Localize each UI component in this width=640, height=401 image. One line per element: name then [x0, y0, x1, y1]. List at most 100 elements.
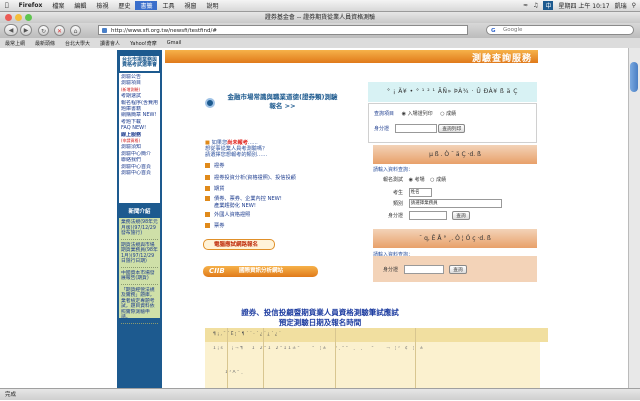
entry-query-button[interactable]: 查詢: [452, 211, 470, 220]
status-text: 完成: [5, 392, 17, 398]
bookmark-gmail[interactable]: Gmail: [162, 40, 187, 46]
news-item[interactable]: 中國資本市場發展報告(期貨): [121, 271, 158, 285]
page-title: 測驗查詢服務: [471, 54, 532, 64]
search-input[interactable]: G Google: [486, 25, 634, 35]
radio-venue-label: 考場: [414, 177, 425, 183]
site-favicon-icon: [102, 28, 107, 33]
menu-edit[interactable]: 編輯: [69, 1, 91, 10]
table-divider: [227, 328, 228, 388]
home-icon[interactable]: ⌂: [70, 25, 81, 36]
reload-icon[interactable]: ↻: [38, 25, 49, 36]
query-print-button[interactable]: 查詢列印: [438, 124, 466, 133]
status-bar: 完成: [0, 388, 640, 400]
promo-text[interactable]: 金融市場常識與職業道德(證券類)測驗報名 >>: [225, 93, 340, 111]
radio-entry-score-label: 成績: [436, 177, 447, 183]
menubar-status-area: ≈ ♫ 中 星期四 上午 10:17 凱瑞 ⚲: [523, 1, 640, 10]
radio-venue[interactable]: ◉: [409, 177, 413, 183]
table-header: ¶ ¡ , ¨ ´ Ë ¦ ¨ ¶ ´ ´ · ´ ¿ ´ ¿ ´ ¿ ´: [205, 328, 548, 342]
entry-exam-label: 報名測試: [382, 177, 403, 183]
entry-id-input[interactable]: [408, 211, 447, 220]
schedule-headline-line1: 證券、投信投顧暨期貨業人員資格測驗筆試應試: [241, 308, 399, 317]
link-bullet-icon: [205, 174, 210, 180]
volume-icon[interactable]: ♫: [533, 2, 538, 9]
menu-bookmarks[interactable]: 書籤: [135, 1, 158, 10]
bookmark-latest-headlines[interactable]: 最新頭條: [30, 40, 60, 47]
radio-admission-label: 入場證列印: [407, 111, 433, 117]
menu-view[interactable]: 檢視: [91, 1, 113, 10]
schedule-headline-line2: 預定測驗日期及報名時間: [278, 318, 362, 327]
entry-year-select[interactable]: 姓名: [408, 188, 432, 197]
wifi-icon[interactable]: ≈: [523, 2, 528, 9]
stop-icon[interactable]: ✕: [54, 25, 65, 36]
ciib-site-button[interactable]: CIIB 國際資訊分析網站: [203, 266, 318, 277]
entry-panel-header: µ ß . Ò ¯ ä Ç ·d. ß: [373, 145, 537, 164]
google-search-icon[interactable]: G: [491, 27, 496, 36]
exam-link-futures[interactable]: 期貨: [205, 184, 355, 196]
menu-help[interactable]: 說明: [202, 1, 224, 10]
bookmark-reading-club[interactable]: 讀書會人: [95, 40, 125, 47]
menu-history[interactable]: 歷史: [113, 1, 135, 10]
query-panel: 查詢項目 ◉ 入場證列印 ○ 成績 身分證 查詢列印: [368, 103, 537, 143]
zoom-window-button[interactable]: [25, 14, 32, 21]
score-query-button[interactable]: 查詢: [449, 265, 467, 274]
schedule-table: ¶ ¡ , ¨ ´ Ë ¦ ¨ ¶ ´ ´ · ´ ¿ ´ ¿ ´ ¿ ´ 1 …: [205, 328, 548, 388]
radio-admission-ticket[interactable]: ◉: [402, 111, 406, 117]
os-menubar:  Firefox 檔案 編輯 檢視 歷史 書籤 工具 視窗 說明 ≈ ♫ 中 …: [0, 0, 640, 12]
menubar-user[interactable]: 凱瑞: [615, 1, 627, 10]
score-id-input[interactable]: [403, 265, 444, 274]
registration-notice: ■ 如果您尚未報考...... 想從事從業人員考測驗嗎？ 請選擇您想報考的類別……: [205, 140, 355, 158]
score-id-label: 身分證: [383, 267, 399, 273]
exam-link-industry[interactable]: 產業趨勢化 NEW!: [205, 203, 355, 210]
exam-link-bills[interactable]: 票券: [205, 221, 355, 233]
entry-panel-form: 報名測試 ◉ 考場 ○ 成績 考生 姓名 類別 請選擇業務員 身分證 查詢: [373, 172, 537, 227]
bookmark-taipei-univ[interactable]: 台北大學大: [60, 40, 95, 47]
forward-button[interactable]: ▶: [20, 24, 32, 36]
query-id-label: 身分證: [374, 126, 390, 132]
news-item[interactable]: 期貨法規與市場期貨業務員(98年1月)(97/12/29日施行日期): [121, 243, 158, 268]
menu-tools[interactable]: 工具: [157, 1, 179, 10]
query-panel-header: ° ¡ Ä¥ • ° ¹ ² ¹ ÃÑ» ÞÀ¾ · Û ÐÀ¥ ß ä Ç: [368, 82, 537, 102]
score-panel-header: ¯ q, Ê Å ° ¸. Ò ¦ Ó ç ·d. ß: [373, 229, 537, 248]
table-divider: [415, 328, 416, 388]
input-method-icon[interactable]: 中: [543, 1, 554, 10]
table-divider: [335, 328, 336, 388]
close-window-button[interactable]: [5, 14, 12, 21]
news-item[interactable]: 業務法規(98年元月版)(97/12/29發布施行): [121, 220, 158, 240]
apple-menu-icon[interactable]: : [0, 2, 14, 9]
news-item[interactable]: 「期貨經營法規及實務」題庫，業者檢定專題考試，題目資料依照實際測驗申請。: [121, 288, 158, 324]
exam-link-securities[interactable]: 證券: [205, 161, 355, 173]
vertical-scrollbar[interactable]: [628, 48, 640, 388]
page-header-bar: 測驗查詢服務: [165, 50, 538, 64]
sidebar-item-center-home-2[interactable]: 測驗中心首頁: [121, 170, 158, 176]
table-divider: [263, 328, 264, 388]
table-row: 1 ¡ s ¨ ´ ¡ ¬ ¶ ´ ´ 1 ¯ 2 ° 1 ´ 2 ° 1 1 …: [213, 346, 424, 351]
exam-link-foreign[interactable]: 外國人資格證照: [205, 210, 355, 222]
query-item-label: 查詢項目: [374, 111, 395, 117]
query-id-input[interactable]: [394, 124, 437, 133]
promo-banner[interactable]: 金融市場常識與職業道德(證券類)測驗報名 >>: [205, 93, 337, 117]
left-sidebar: 台北市場業務與資格考試選舉會 測驗公告 測驗項目 (新增測驗) 考期速試 報名程…: [117, 50, 162, 388]
back-button[interactable]: ◀: [4, 24, 18, 36]
sidebar-news-list: 業務法規(98年元月版)(97/12/29發布施行) 期貨法規與市場期貨業務員(…: [119, 218, 160, 324]
url-field[interactable]: http://www.sfi.org.tw/newsfi/testfind/#: [98, 25, 468, 35]
exam-link-bonds[interactable]: 債券、票券、企業內控 NEW!: [205, 195, 355, 203]
spotlight-search-icon[interactable]: ⚲: [632, 2, 636, 9]
url-text: http://www.sfi.org.tw/newsfi/testfind/#: [111, 28, 217, 34]
menu-window[interactable]: 視窗: [180, 1, 202, 10]
menu-app-name[interactable]: Firefox: [14, 2, 48, 9]
scrollbar-thumb[interactable]: [630, 62, 638, 92]
menu-file[interactable]: 檔案: [47, 1, 69, 10]
online-apply-button[interactable]: 電腦應試網路報名: [203, 239, 275, 250]
sidebar-title: 台北市場業務與資格考試選舉會: [120, 56, 159, 71]
radio-score[interactable]: ○: [440, 111, 444, 117]
bookmark-most-visited[interactable]: 最常上網: [0, 40, 30, 47]
entry-id-label: 身分證: [387, 213, 403, 219]
exam-link-investment-analysis[interactable]: 證券投資分析(資格證照)、投信投顧: [205, 173, 355, 185]
radio-entry-score[interactable]: ○: [430, 177, 434, 183]
sidebar-item-online-brochure[interactable]: 網購簡章 NEW!: [121, 112, 158, 118]
menubar-clock[interactable]: 星期四 上午 10:17: [558, 1, 609, 10]
bookmark-yahoo[interactable]: Yahoo!奇摩: [125, 40, 162, 47]
minimize-window-button[interactable]: [15, 14, 22, 21]
entry-type-select[interactable]: 請選擇業務員: [408, 199, 502, 208]
ciib-logo: CIIB: [209, 267, 225, 275]
